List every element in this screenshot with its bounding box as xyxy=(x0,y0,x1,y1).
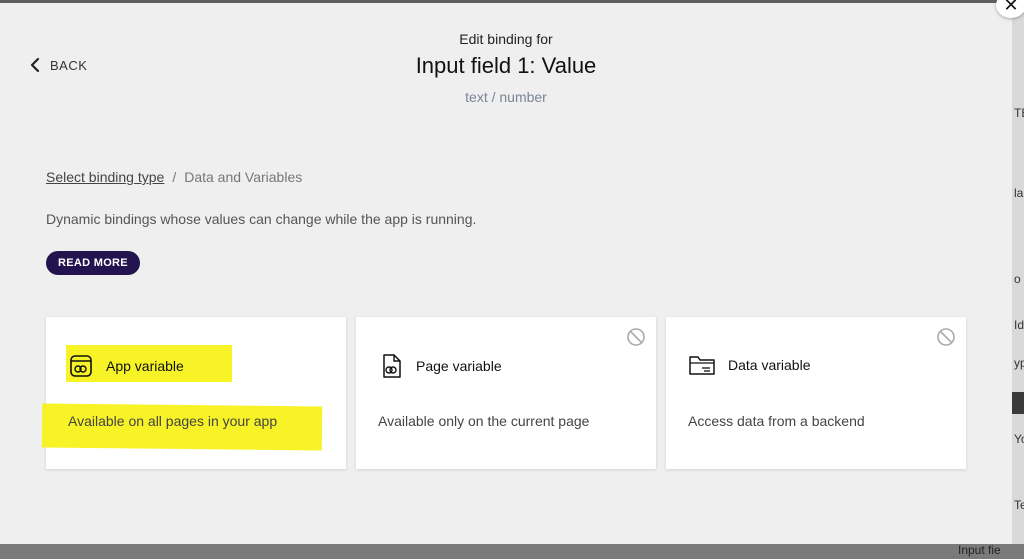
background-bar xyxy=(1012,392,1024,414)
app-variable-card[interactable]: App variable Available on all pages in y… xyxy=(41,317,346,469)
modal-header: Edit binding for Input field 1: Value te… xyxy=(0,31,1012,105)
data-variable-icon xyxy=(689,356,715,375)
background-text: Yo xyxy=(1014,432,1024,446)
disabled-icon xyxy=(937,328,955,346)
card-subtitle: Available on all pages in your app xyxy=(68,413,278,429)
card-subtitle: Access data from a backend xyxy=(688,413,865,429)
card-title: Page variable xyxy=(416,358,502,374)
page-title: Input field 1: Value xyxy=(415,53,597,78)
read-more-button[interactable]: READ MORE xyxy=(46,251,140,275)
background-text: Id xyxy=(1014,318,1024,332)
breadcrumb-link[interactable]: Select binding type xyxy=(46,169,164,185)
type-hint: text / number xyxy=(465,89,547,105)
page-variable-icon xyxy=(383,354,401,378)
disabled-icon xyxy=(627,328,645,346)
background-text: TE xyxy=(1014,106,1024,120)
breadcrumb-current: Data and Variables xyxy=(184,169,303,185)
background-text: o xyxy=(1014,272,1021,286)
close-icon: ✕ xyxy=(1003,0,1019,15)
app-variable-icon xyxy=(70,355,92,377)
header-kicker: Edit binding for xyxy=(459,31,553,47)
background-bottom: Input fie xyxy=(0,543,1024,559)
description: Dynamic bindings whose values can change… xyxy=(46,211,477,227)
card-title: App variable xyxy=(106,358,184,374)
data-variable-card[interactable]: Data variable Access data from a backend xyxy=(666,317,966,469)
breadcrumb: Select binding type / Data and Variables xyxy=(46,169,302,185)
binding-modal: BACK Edit binding for Input field 1: Val… xyxy=(0,3,1012,544)
background-text: yp xyxy=(1014,356,1024,370)
background-text: la xyxy=(1014,186,1024,200)
background-text: Input fie xyxy=(958,543,1001,557)
card-subtitle: Available only on the current page xyxy=(378,413,590,429)
card-title: Data variable xyxy=(728,357,811,373)
breadcrumb-separator: / xyxy=(172,169,177,185)
page-variable-card[interactable]: Page variable Available only on the curr… xyxy=(356,317,656,469)
background-text: Te xyxy=(1014,498,1024,512)
background-app-strip: TE la o Id yp Yo Te xyxy=(1012,0,1024,559)
